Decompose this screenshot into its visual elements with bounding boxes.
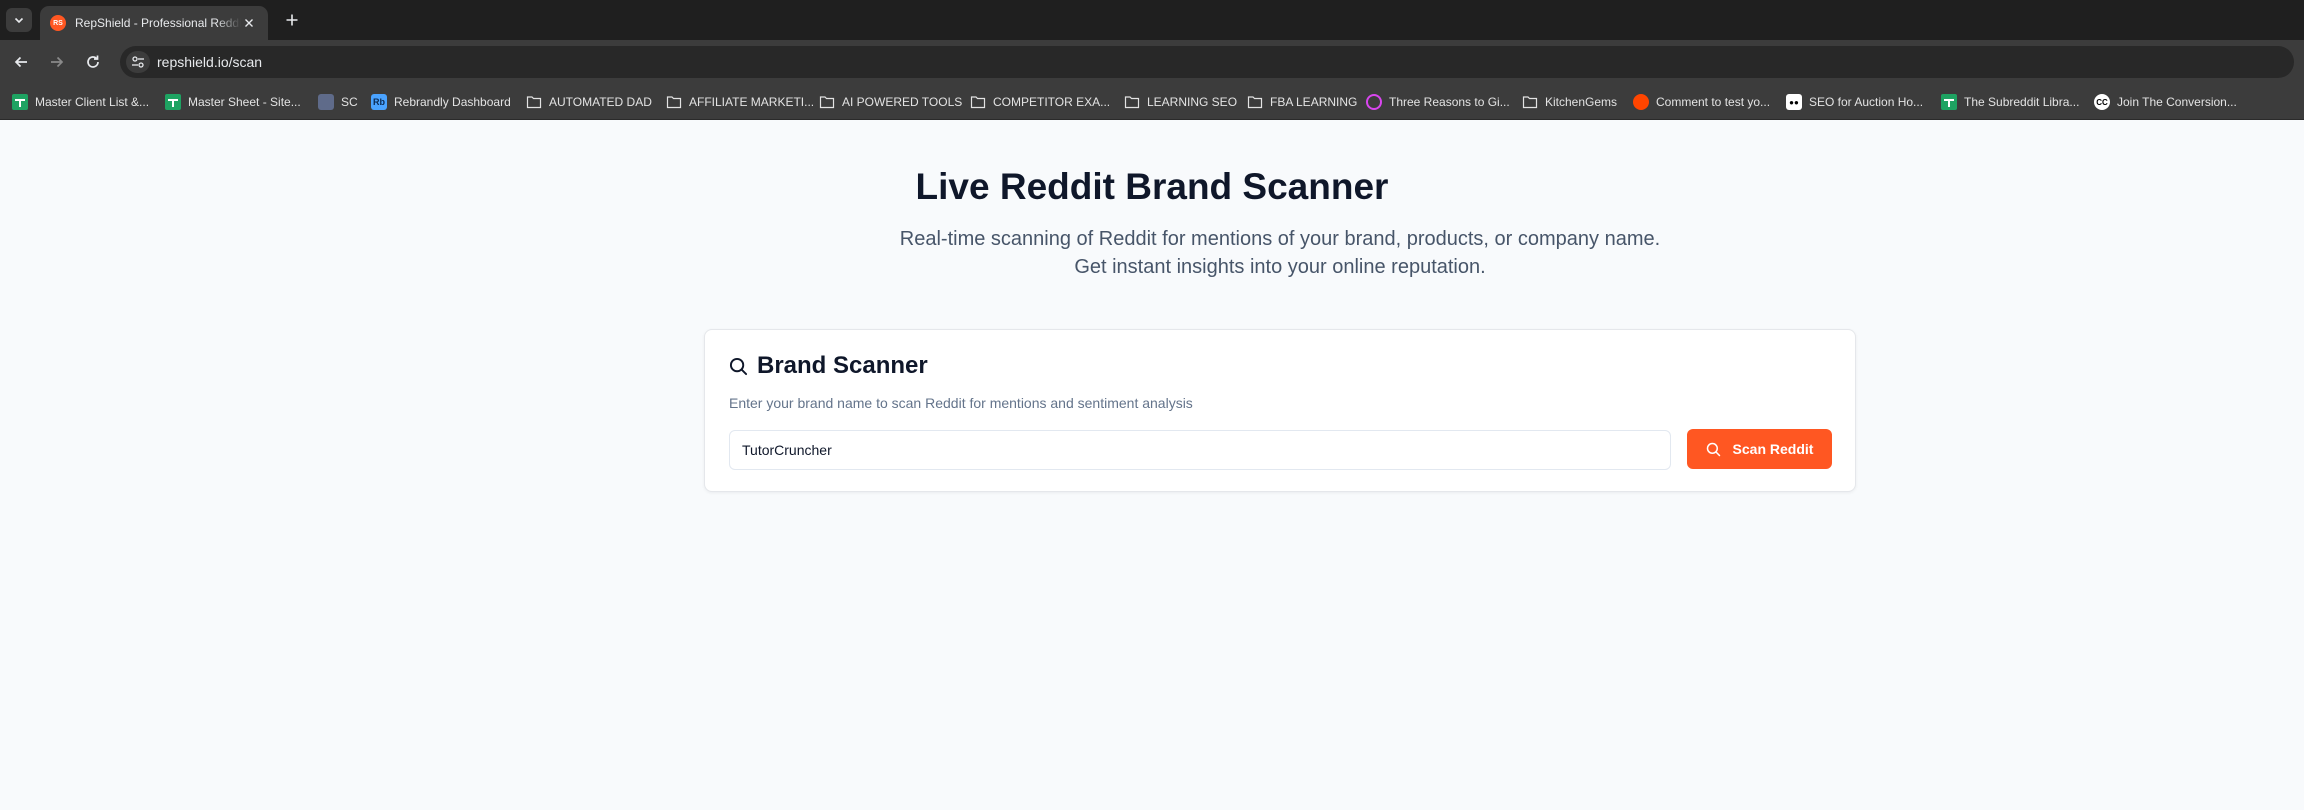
folder-icon bbox=[1247, 94, 1263, 110]
chevron-down-icon bbox=[14, 17, 24, 24]
folder-icon bbox=[819, 94, 835, 110]
tab-title: RepShield - Professional Reddit Reputati… bbox=[75, 16, 241, 30]
bookmark-label: AFFILIATE MARKETI... bbox=[689, 95, 815, 109]
folder-icon bbox=[1522, 94, 1538, 110]
page-subtitle: Real-time scanning of Reddit for mention… bbox=[899, 228, 1661, 278]
search-icon bbox=[1706, 442, 1720, 456]
bookmarks-bar: Master Client List &... Master Sheet - S… bbox=[0, 84, 2304, 120]
bookmark-item[interactable]: SC bbox=[318, 90, 358, 114]
plus-icon bbox=[286, 14, 298, 26]
new-tab-button[interactable] bbox=[280, 9, 304, 31]
arrow-right-icon bbox=[51, 56, 64, 68]
bookmark-item[interactable]: AFFILIATE MARKETI... bbox=[666, 90, 814, 114]
reddit-icon bbox=[1633, 94, 1649, 110]
sheets-icon bbox=[12, 94, 28, 110]
bookmark-item[interactable]: The Subreddit Libra... bbox=[1941, 90, 2079, 114]
search-icon bbox=[729, 357, 748, 375]
folder-icon bbox=[970, 94, 986, 110]
bookmark-item[interactable]: Three Reasons to Gi... bbox=[1366, 90, 1510, 114]
browser-toolbar: repshield.io/scan bbox=[0, 40, 2304, 84]
bookmark-label: AUTOMATED DAD bbox=[549, 95, 652, 109]
bookmark-item[interactable]: COMPETITOR EXA... bbox=[970, 90, 1110, 114]
sheets-icon bbox=[165, 94, 181, 110]
bookmark-label: Master Client List &... bbox=[35, 95, 150, 109]
tune-icon bbox=[132, 56, 144, 68]
bookmark-label: SC bbox=[341, 95, 358, 109]
bookmark-label: Three Reasons to Gi... bbox=[1389, 95, 1510, 109]
bookmark-item[interactable]: LEARNING SEO bbox=[1124, 90, 1237, 114]
tab-close-button[interactable] bbox=[240, 14, 258, 32]
card-description: Enter your brand name to scan Reddit for… bbox=[729, 395, 1193, 411]
bookmark-label: KitchenGems bbox=[1545, 95, 1618, 109]
site-icon bbox=[1366, 94, 1382, 110]
page-content: Live Reddit Brand Scanner Real-time scan… bbox=[0, 121, 2304, 810]
reload-icon bbox=[87, 55, 99, 68]
scan-reddit-button[interactable]: Scan Reddit bbox=[1687, 429, 1832, 469]
repshield-favicon-icon: RS bbox=[50, 15, 66, 31]
bookmark-label: LEARNING SEO bbox=[1147, 95, 1238, 109]
bookmark-label: SEO for Auction Ho... bbox=[1809, 95, 1924, 109]
card-header: Brand Scanner bbox=[729, 352, 928, 380]
bookmark-item[interactable]: Comment to test yo... bbox=[1633, 90, 1770, 114]
bookmark-item[interactable]: FBA LEARNING bbox=[1247, 90, 1357, 114]
folder-icon bbox=[666, 94, 682, 110]
sheets-icon bbox=[1941, 94, 1957, 110]
folder-icon bbox=[526, 94, 542, 110]
scan-reddit-label: Scan Reddit bbox=[1732, 441, 1814, 457]
bookmark-label: Rebrandly Dashboard bbox=[394, 95, 511, 109]
bookmark-item[interactable]: AUTOMATED DAD bbox=[526, 90, 652, 114]
url-text: repshield.io/scan bbox=[157, 54, 263, 70]
forward-button[interactable] bbox=[46, 51, 68, 73]
back-button[interactable] bbox=[10, 51, 32, 73]
folder-icon bbox=[1124, 94, 1140, 110]
bookmark-label: Join The Conversion... bbox=[2117, 95, 2237, 109]
sc-icon bbox=[318, 94, 334, 110]
bookmark-label: AI POWERED TOOLS bbox=[842, 95, 963, 109]
brand-name-input[interactable] bbox=[729, 430, 1671, 470]
bookmark-item[interactable]: AI POWERED TOOLS bbox=[819, 90, 962, 114]
bookmark-label: FBA LEARNING bbox=[1270, 95, 1358, 109]
bookmark-item[interactable]: ●● SEO for Auction Ho... bbox=[1786, 90, 1923, 114]
arrow-left-icon bbox=[14, 56, 27, 68]
card-title: Brand Scanner bbox=[757, 352, 928, 379]
address-bar[interactable]: repshield.io/scan bbox=[120, 46, 2294, 78]
close-icon bbox=[245, 19, 253, 27]
page-title: Live Reddit Brand Scanner bbox=[915, 166, 1389, 207]
cc-icon: CC bbox=[2094, 94, 2110, 110]
bookmark-item[interactable]: Master Client List &... bbox=[12, 90, 149, 114]
bookmark-label: COMPETITOR EXA... bbox=[993, 95, 1111, 109]
rebrandly-icon: Rb bbox=[371, 94, 387, 110]
bookmark-label: Comment to test yo... bbox=[1656, 95, 1771, 109]
bookmark-item[interactable]: KitchenGems bbox=[1522, 90, 1617, 114]
bookmark-item[interactable]: Rb Rebrandly Dashboard bbox=[371, 90, 511, 114]
bookmark-item[interactable]: Master Sheet - Site... bbox=[165, 90, 301, 114]
bookmark-label: The Subreddit Libra... bbox=[1964, 95, 2080, 109]
browser-tab[interactable]: RS RepShield - Professional Reddit Reput… bbox=[40, 6, 268, 40]
browser-tab-strip: RS RepShield - Professional Reddit Reput… bbox=[0, 0, 2304, 40]
site-info-button[interactable] bbox=[126, 51, 150, 73]
medium-icon: ●● bbox=[1786, 94, 1802, 110]
tab-search-button[interactable] bbox=[6, 8, 32, 32]
reload-button[interactable] bbox=[82, 51, 104, 73]
brand-scanner-card: Brand Scanner Enter your brand name to s… bbox=[704, 329, 1856, 492]
bookmark-item[interactable]: CC Join The Conversion... bbox=[2094, 90, 2237, 114]
bookmark-label: Master Sheet - Site... bbox=[188, 95, 301, 109]
